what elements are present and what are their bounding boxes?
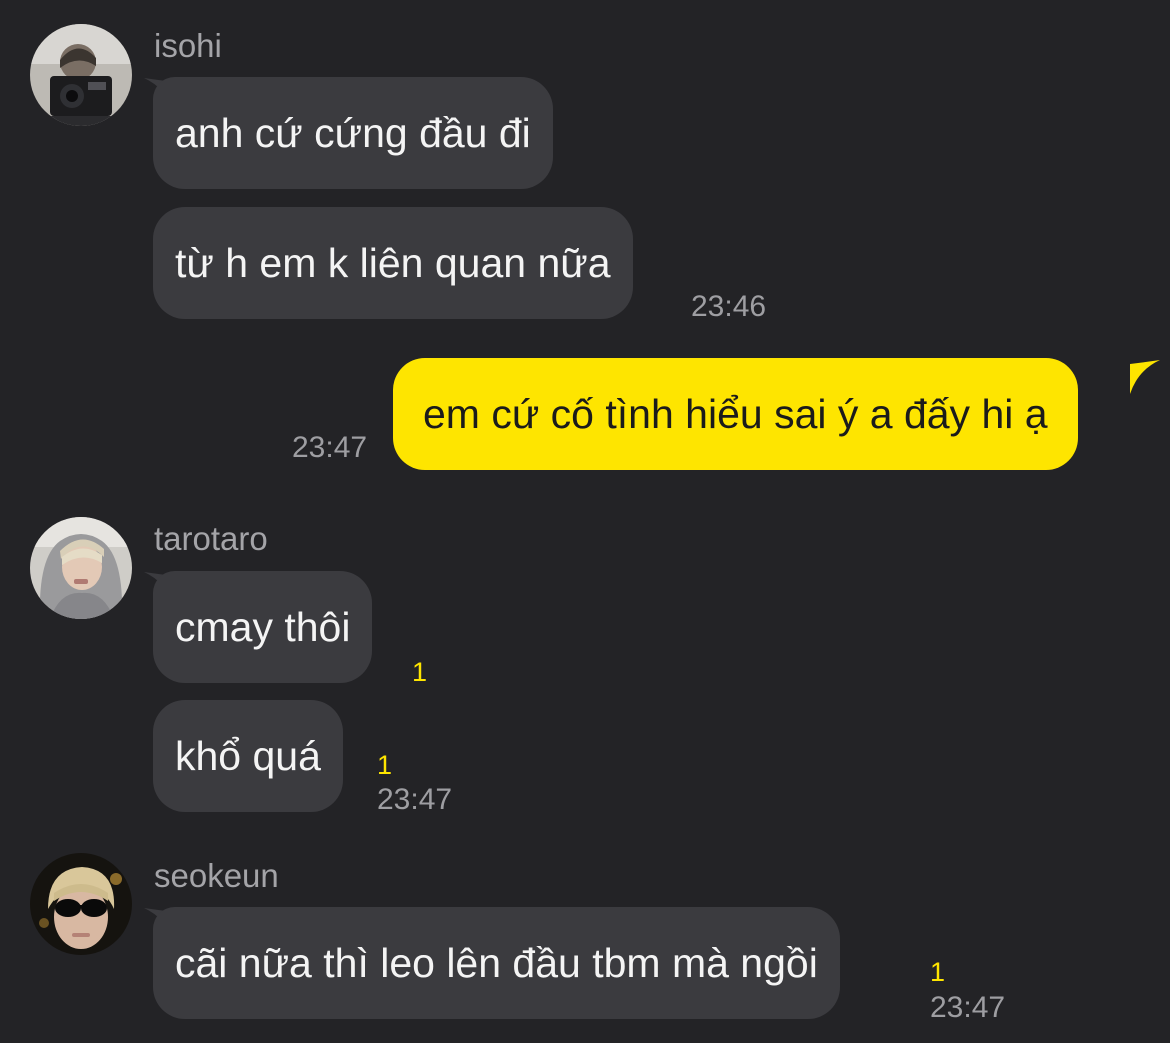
- sender-name: seokeun: [154, 857, 279, 894]
- message-bubble[interactable]: cãi nữa thì leo lên đầu tbm mà ngồi: [153, 907, 840, 1019]
- unread-count: 1: [412, 657, 428, 687]
- bubble-tail: [1130, 360, 1160, 394]
- message-bubble[interactable]: cmay thôi: [153, 571, 373, 683]
- sent-message-bubble[interactable]: em cứ cố tình hiểu sai ý a đấy hi ạ: [393, 358, 1078, 470]
- message-text: cãi nữa thì leo lên đầu tbm mà ngồi: [175, 940, 818, 986]
- message-bubble[interactable]: từ h em k liên quan nữa: [153, 207, 633, 319]
- unread-count: 1: [930, 957, 946, 987]
- avatar-tarotaro[interactable]: [30, 517, 132, 619]
- unread-count: 1: [377, 750, 393, 780]
- message-text: khổ quá: [175, 733, 321, 779]
- message-time: 23:46: [691, 290, 767, 323]
- profile-photo-sunglasses-icon: [30, 853, 132, 955]
- avatar-isohi[interactable]: [30, 24, 132, 126]
- message-text: từ h em k liên quan nữa: [175, 240, 611, 286]
- profile-photo-hoodie-icon: [30, 517, 132, 619]
- sender-name: tarotaro: [154, 520, 268, 557]
- message-bubble[interactable]: khổ quá: [153, 700, 343, 812]
- message-time: 23:47: [377, 783, 453, 816]
- profile-photo-camera-icon: [30, 24, 132, 126]
- message-bubble[interactable]: anh cứ cứng đầu đi: [153, 77, 553, 189]
- sender-name: isohi: [154, 27, 222, 64]
- message-text: anh cứ cứng đầu đi: [175, 110, 531, 156]
- avatar-seokeun[interactable]: [30, 853, 132, 955]
- message-text: cmay thôi: [175, 604, 351, 650]
- message-time: 23:47: [292, 431, 368, 464]
- message-time: 23:47: [930, 991, 1006, 1024]
- message-text: em cứ cố tình hiểu sai ý a đấy hi ạ: [423, 391, 1048, 437]
